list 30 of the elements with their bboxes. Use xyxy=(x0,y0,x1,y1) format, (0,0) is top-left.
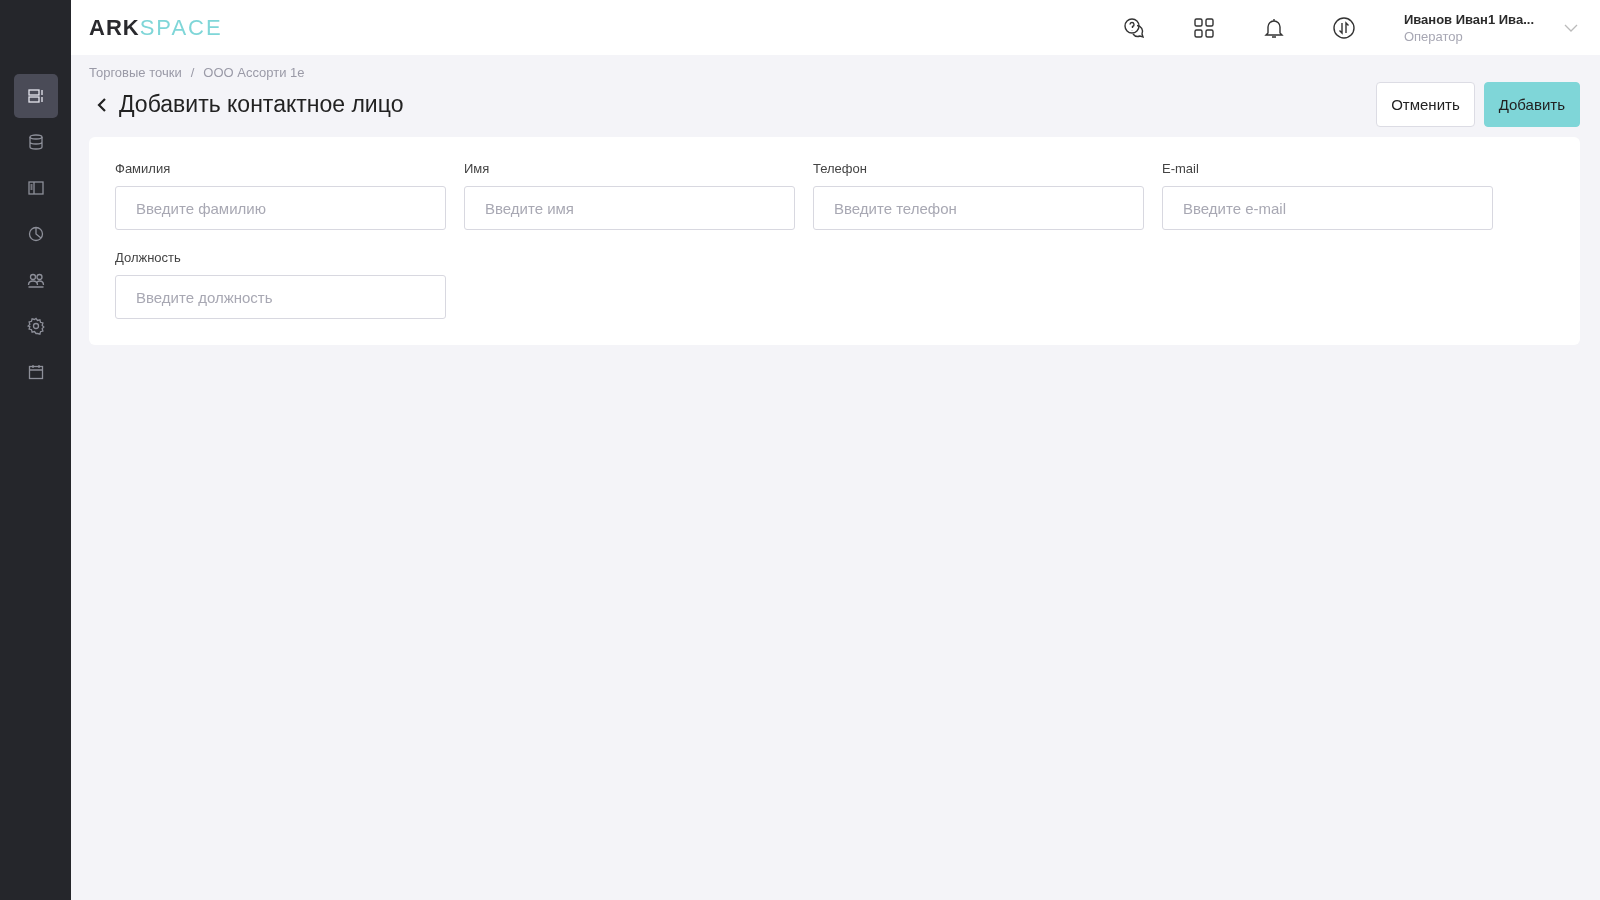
user-name: Иванов Иван1 Ива... xyxy=(1403,11,1534,27)
users-icon xyxy=(26,271,45,289)
user-role: Оператор xyxy=(1403,28,1464,44)
calendar-icon xyxy=(26,363,45,381)
grid-icon[interactable] xyxy=(1191,15,1216,40)
field-label: E-mail xyxy=(1162,161,1200,176)
panel-icon xyxy=(26,179,45,197)
input-field[interactable]: Введите должность xyxy=(115,275,446,319)
user-menu[interactable]: Иванов Иван1 Ива... Оператор xyxy=(1403,11,1582,44)
input-field[interactable]: Введите телефон xyxy=(813,186,1144,230)
pie-chart-icon xyxy=(26,225,45,243)
input-field[interactable]: Введите e-mail xyxy=(1162,186,1493,230)
field-label: Должность xyxy=(115,250,182,265)
breadcrumb-separator: / xyxy=(190,65,195,80)
list-icon xyxy=(26,87,45,105)
input-field[interactable]: Введите фамилию xyxy=(115,186,446,230)
field-label: Имя xyxy=(464,161,491,176)
sync-icon[interactable] xyxy=(1331,15,1356,40)
help-chat-icon[interactable] xyxy=(1121,15,1146,40)
chevron-down-icon xyxy=(1564,23,1578,32)
database-icon xyxy=(26,133,45,151)
field-label: Телефон xyxy=(813,161,868,176)
settings-icon xyxy=(26,317,45,335)
field-label: Фамилия xyxy=(115,161,172,176)
logo[interactable]: ARKSPACE xyxy=(89,14,1122,41)
cancel-button[interactable]: Отменить xyxy=(1376,82,1475,127)
sidebar-item[interactable] xyxy=(13,74,58,118)
add-button[interactable]: Добавить xyxy=(1483,82,1580,127)
input-field[interactable]: Введите имя xyxy=(464,186,795,230)
page-title: Добавить контактное лицо xyxy=(119,91,405,118)
